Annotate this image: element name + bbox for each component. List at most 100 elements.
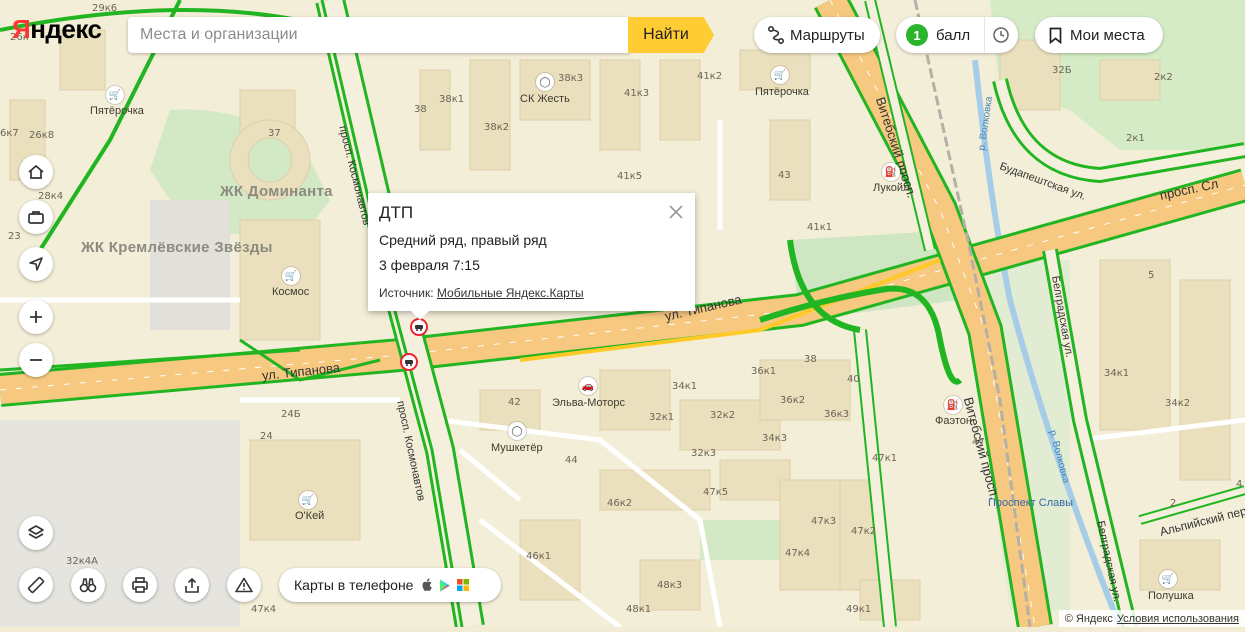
house-number: 46к1 [526, 551, 552, 562]
home-button[interactable] [19, 155, 53, 189]
car-crash-icon [405, 360, 413, 366]
mobile-app-promo[interactable]: Карты в телефоне [279, 568, 501, 602]
house-number: 2 [1170, 498, 1177, 509]
print-button[interactable] [123, 568, 157, 602]
store-icons [421, 578, 470, 592]
popup-title: ДТП [379, 203, 414, 222]
popup-lanes: Средний ряд, правый ряд [379, 232, 547, 248]
house-number: 32к1 [649, 412, 675, 423]
house-number: 6к7 [0, 128, 19, 139]
house-number: 47к4 [251, 604, 277, 615]
house-number: 40 [847, 374, 860, 385]
poi-sk-zhest[interactable]: СК Жесть [520, 93, 570, 105]
windows-icon [457, 579, 470, 591]
car-icon[interactable]: 🚗 [579, 377, 597, 395]
poi-pyaterochka-2[interactable]: Пятёрочка [755, 86, 809, 98]
poi-lukoil[interactable]: Лукойл [873, 182, 909, 194]
house-number: 34к1 [672, 381, 698, 392]
fuel-icon[interactable]: ⛽ [944, 396, 962, 414]
house-number: 29к6 [92, 3, 118, 14]
house-number: 49к1 [846, 604, 872, 615]
panorama-button[interactable] [71, 568, 105, 602]
house-number: 24Б [281, 409, 301, 420]
zoom-in-button[interactable] [19, 300, 53, 334]
app-promo-label: Карты в телефоне [294, 577, 414, 593]
house-number: 34к3 [762, 433, 788, 444]
poi-mushketer[interactable]: Мушкетёр [491, 442, 543, 454]
house-number: 47к1 [872, 453, 898, 464]
score-widget[interactable]: 1 балл [896, 17, 1018, 53]
house-number: 36к3 [824, 409, 850, 420]
close-icon[interactable] [668, 204, 684, 220]
house-number: 36к1 [751, 366, 777, 377]
house-number: 41к1 [807, 222, 833, 233]
poi-pyaterochka-1[interactable]: Пятёрочка [90, 105, 144, 117]
house-number: 36к2 [780, 395, 806, 406]
my-location-button[interactable] [19, 247, 53, 281]
shop-icon[interactable]: 🛒 [106, 86, 124, 104]
my-places-button[interactable]: Мои места [1035, 17, 1163, 53]
search-input[interactable] [128, 17, 632, 53]
apple-icon [422, 578, 433, 591]
house-number: 41к5 [617, 171, 643, 182]
accident-marker[interactable] [410, 318, 428, 336]
popup-source-link[interactable]: Мобильные Яндекс.Карты [437, 286, 584, 300]
score-count: 1 [906, 24, 928, 46]
zoom-out-button[interactable] [19, 343, 53, 377]
house-number: 34к1 [1104, 368, 1130, 379]
house-number: 38к3 [558, 73, 584, 84]
share-icon [185, 577, 199, 593]
district-dominanta: ЖК Доминанта [220, 183, 333, 200]
house-number: 5 [1148, 270, 1155, 281]
house-number: 38 [414, 104, 427, 115]
route-icon [768, 26, 784, 44]
binoculars-icon [79, 578, 97, 593]
fuel-icon[interactable]: ⛽ [882, 163, 900, 181]
home-icon [28, 164, 44, 179]
accident-marker[interactable] [400, 353, 418, 371]
shop-icon[interactable]: 🛒 [1159, 570, 1177, 588]
district-kremlin-stars: ЖК Кремлёвские Звёзды [81, 239, 273, 256]
poi-prospekt-slavy[interactable]: Проспект Славы [988, 497, 1073, 509]
divider [984, 17, 985, 53]
incident-popup: ДТП Средний ряд, правый ряд 3 февраля 7:… [368, 193, 695, 320]
shop-icon[interactable]: 🛒 [299, 491, 317, 509]
find-button[interactable]: Найти [628, 17, 714, 53]
terms-link[interactable]: Условия использования [1117, 613, 1239, 625]
popup-time: 3 февраля 7:15 [379, 257, 480, 273]
house-number: 44 [565, 455, 578, 466]
poi-elva-motors[interactable]: Эльва-Моторс [552, 397, 625, 409]
plus-icon [30, 311, 42, 323]
house-number: 32к4А [66, 556, 98, 567]
share-button[interactable] [175, 568, 209, 602]
yandex-logo[interactable]: Яндекс [12, 14, 102, 45]
poi-faeton[interactable]: Фаэтон [935, 415, 972, 427]
poi-kosmos[interactable]: Космос [272, 286, 309, 298]
house-number: 26к8 [29, 130, 55, 141]
house-number: 47к3 [811, 516, 837, 527]
ruler-button[interactable] [19, 568, 53, 602]
house-number: 4 [1236, 479, 1243, 490]
house-number: 48к1 [626, 604, 652, 615]
layers-button[interactable] [19, 516, 53, 550]
house-number: 47 [972, 437, 985, 448]
house-number: 32Б [1052, 65, 1072, 76]
house-number: 32к2 [710, 410, 736, 421]
house-number: 46к2 [607, 498, 633, 509]
logo-rest: ндекс [30, 14, 102, 44]
poi-polushka[interactable]: Полушка [1148, 590, 1194, 602]
map-canvas[interactable]: ЖК Доминанта ЖК Кремлёвские Звёзды ул. Т… [0, 0, 1245, 630]
house-number: 43 [778, 170, 791, 181]
work-button[interactable] [19, 200, 53, 234]
report-button[interactable] [227, 568, 261, 602]
shop-icon[interactable]: 🛒 [771, 66, 789, 84]
store-icon[interactable]: ◯ [508, 422, 526, 440]
house-number: 38к1 [439, 94, 465, 105]
shop-icon[interactable]: 🛒 [282, 267, 300, 285]
poi-okey[interactable]: О'Кей [295, 510, 324, 522]
routes-button[interactable]: Маршруты [754, 17, 880, 53]
stadium-icon[interactable]: ◯ [536, 73, 554, 91]
clock-icon[interactable] [992, 26, 1010, 44]
bookmark-icon [1049, 27, 1062, 44]
house-number: 32к3 [691, 448, 717, 459]
